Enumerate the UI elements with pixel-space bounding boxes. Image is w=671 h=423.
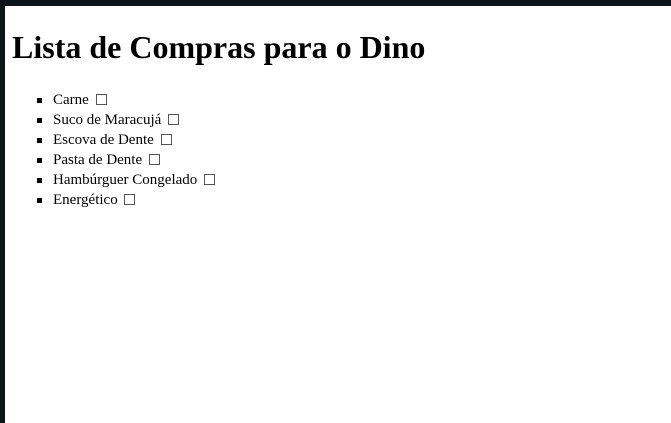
list-item: Pasta de Dente (5, 150, 215, 170)
list-item: Energético (5, 190, 215, 210)
item-checkbox[interactable] (204, 174, 216, 185)
item-checkbox[interactable] (168, 114, 180, 125)
item-checkbox[interactable] (95, 94, 107, 105)
list-item-label: Hambúrguer Congelado (53, 172, 198, 188)
bullet-square-icon (37, 138, 42, 143)
bullet-square-icon (37, 178, 42, 183)
list-item-label: Suco de Maracujá (53, 112, 162, 128)
list-item-label: Pasta de Dente (53, 152, 143, 168)
item-checkbox[interactable] (160, 134, 172, 145)
list-item: Suco de Maracujá (5, 110, 215, 130)
bullet-square-icon (37, 198, 42, 203)
page-title: Lista de Compras para o Dino (12, 29, 426, 65)
list-item-label: Energético (53, 192, 118, 208)
item-checkbox[interactable] (124, 194, 136, 205)
bullet-square-icon (37, 158, 42, 163)
page-content: Lista de Compras para o Dino Carne Suco … (5, 6, 671, 423)
list-item: Escova de Dente (5, 130, 215, 150)
list-item: Carne (5, 90, 215, 110)
bullet-square-icon (37, 118, 42, 123)
list-item: Hambúrguer Congelado (5, 170, 216, 190)
shopping-list: Carne Suco de Maracujá Escova de Dente P… (5, 90, 216, 210)
list-item-label: Escova de Dente (53, 132, 154, 148)
bullet-square-icon (37, 98, 42, 103)
list-item-label: Carne (53, 92, 89, 108)
item-checkbox[interactable] (148, 154, 160, 165)
